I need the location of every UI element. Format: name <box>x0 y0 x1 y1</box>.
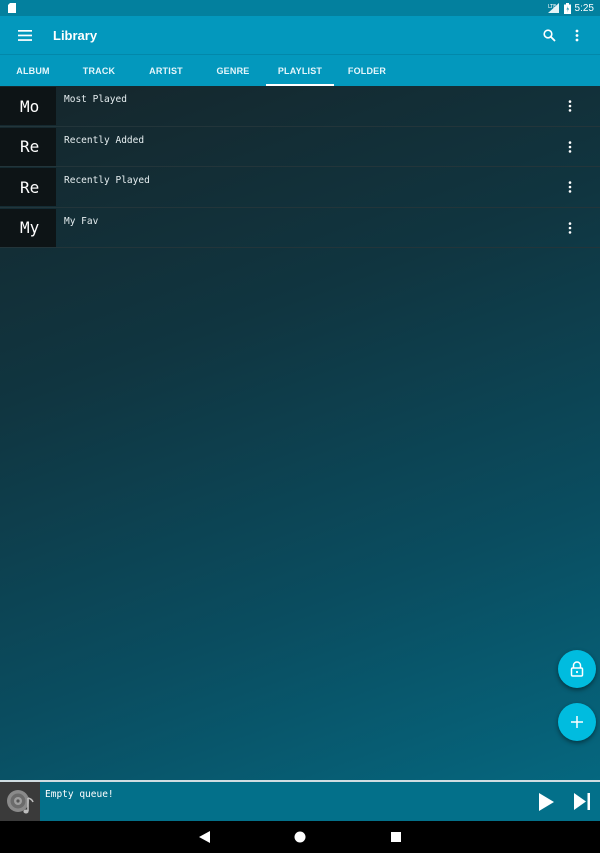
status-right: LTE 5:25 <box>547 2 594 14</box>
lock-icon <box>570 661 584 677</box>
network-label: LTE <box>548 4 556 10</box>
more-vertical-icon <box>568 140 572 153</box>
turntable-music-icon <box>7 789 34 813</box>
playlist-thumbnail[interactable]: Re <box>0 127 56 166</box>
home-button[interactable] <box>288 825 312 849</box>
menu-button[interactable] <box>16 26 34 44</box>
playlist-title: My Fav <box>64 215 99 227</box>
search-icon <box>542 28 556 42</box>
recents-icon <box>391 832 401 842</box>
playlist-more-button[interactable] <box>560 137 580 157</box>
playlist-title: Recently Added <box>64 134 145 146</box>
search-button[interactable] <box>538 24 560 46</box>
list-item[interactable]: My My Fav <box>0 208 600 248</box>
sd-card-icon <box>8 3 16 13</box>
tab-track[interactable]: TRACK <box>66 55 132 86</box>
back-button[interactable] <box>192 825 216 849</box>
tab-folder[interactable]: FOLDER <box>334 55 400 86</box>
skip-next-icon <box>574 793 590 810</box>
playlist-thumbnail[interactable]: Mo <box>0 87 56 125</box>
add-playlist-fab-button[interactable] <box>558 703 596 741</box>
skip-next-button[interactable] <box>564 782 600 821</box>
home-icon <box>294 831 306 843</box>
signal-icon: LTE <box>547 3 560 13</box>
app-bar: Library <box>0 16 600 54</box>
list-item[interactable]: Re Recently Added <box>0 127 600 167</box>
tab-album[interactable]: ALBUM <box>0 55 66 86</box>
mini-player[interactable]: Empty queue! <box>0 780 600 821</box>
menu-icon <box>18 29 32 41</box>
play-button[interactable] <box>528 782 564 821</box>
more-vertical-icon <box>568 221 572 234</box>
battery-icon <box>563 2 571 14</box>
more-vertical-icon <box>575 29 579 41</box>
system-nav-bar <box>0 821 600 853</box>
playlist-more-button[interactable] <box>560 96 580 116</box>
more-vertical-icon <box>568 100 572 112</box>
album-art[interactable] <box>0 782 40 821</box>
list-item[interactable]: Mo Most Played <box>0 86 600 127</box>
page-title: Library <box>53 27 98 43</box>
tab-bar: ALBUM TRACK ARTIST GENRE PLAYLIST FOLDER <box>0 54 600 86</box>
plus-icon <box>571 716 583 728</box>
tab-artist[interactable]: ARTIST <box>132 55 200 86</box>
back-icon <box>198 831 210 843</box>
playlist-list: Mo Most Played Re Recently Added Re Rece… <box>0 86 600 780</box>
list-item[interactable]: Re Recently Played <box>0 167 600 208</box>
tab-playlist[interactable]: PLAYLIST <box>266 55 334 86</box>
overflow-menu-button[interactable] <box>566 24 588 46</box>
queue-status: Empty queue! <box>45 789 114 800</box>
playlist-thumbnail[interactable]: My <box>0 208 56 247</box>
lock-fab-button[interactable] <box>558 650 596 688</box>
playlist-title: Most Played <box>64 94 127 105</box>
playlist-more-button[interactable] <box>560 218 580 238</box>
status-bar: LTE 5:25 <box>0 0 600 16</box>
status-time: 5:25 <box>574 2 594 14</box>
playlist-thumbnail[interactable]: Re <box>0 168 56 206</box>
play-icon <box>539 792 554 811</box>
playlist-title: Recently Played <box>64 175 150 186</box>
recents-button[interactable] <box>384 825 408 849</box>
tab-genre[interactable]: GENRE <box>200 55 266 86</box>
more-vertical-icon <box>568 181 572 193</box>
playlist-more-button[interactable] <box>560 177 580 197</box>
